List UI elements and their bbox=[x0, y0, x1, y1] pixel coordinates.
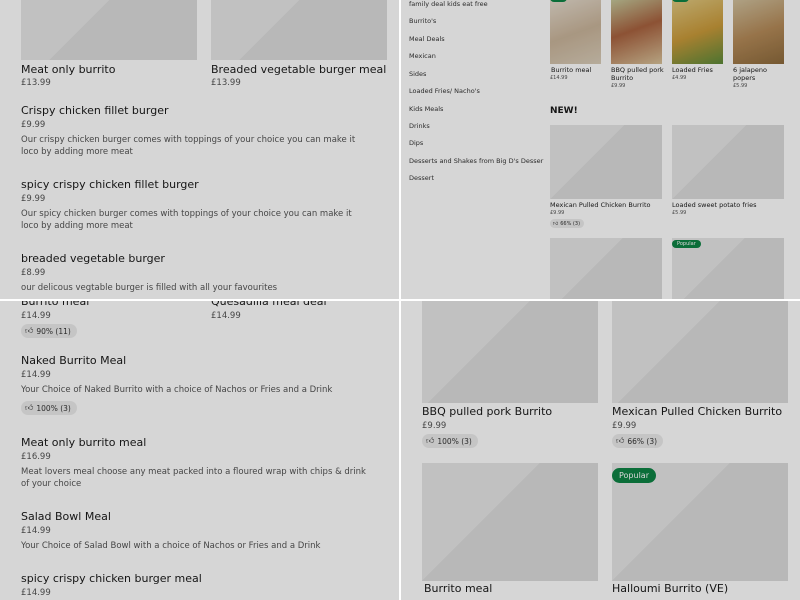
rating-badge: 👍︎ 90% (11) bbox=[21, 324, 77, 338]
item-title[interactable]: Burrito meal bbox=[21, 300, 89, 308]
item-price: £13.99 bbox=[21, 78, 51, 88]
item-title[interactable]: Breaded vegetable burger meal bbox=[211, 63, 386, 76]
category-item[interactable]: Burrito's bbox=[409, 17, 436, 25]
thumbs-up-icon: 👍︎ bbox=[25, 326, 34, 335]
item-description: Your Choice of Naked Burrito with a choi… bbox=[21, 385, 333, 395]
category-item[interactable]: Meal Deals bbox=[409, 35, 445, 43]
item-title[interactable]: Salad Bowl Meal bbox=[21, 510, 111, 523]
featured-item-price: £5.99 bbox=[733, 83, 748, 89]
item-title[interactable]: Loaded sweet potato fries bbox=[672, 201, 756, 209]
item-description: Meat lovers meal choose any meat packed … bbox=[21, 467, 366, 489]
popular-badge: Popular bbox=[612, 468, 656, 483]
item-image[interactable] bbox=[211, 0, 387, 60]
category-item[interactable]: family deal kids eat free bbox=[409, 0, 488, 8]
item-image[interactable] bbox=[672, 125, 784, 199]
menu-panel-top-left: Meat only burrito £13.99 Breaded vegetab… bbox=[0, 0, 400, 300]
category-item[interactable]: Drinks bbox=[409, 122, 430, 130]
item-title[interactable]: Quesadilla meal deal bbox=[211, 300, 327, 308]
food-photo[interactable] bbox=[611, 0, 662, 64]
item-image[interactable] bbox=[612, 300, 788, 403]
item-title[interactable]: breaded vegetable burger bbox=[21, 252, 165, 265]
item-price: £5.99 bbox=[672, 210, 687, 216]
item-title[interactable]: Halloumi Burrito (VE) bbox=[612, 582, 728, 595]
item-title[interactable]: Naked Burrito Meal bbox=[21, 354, 126, 367]
item-description: Our spicy chicken burger comes with topp… bbox=[21, 209, 352, 231]
menu-panel-top-right: family deal kids eat free Burrito's Meal… bbox=[400, 0, 800, 300]
item-title[interactable]: Crispy chicken fillet burger bbox=[21, 104, 169, 117]
item-description: Your Choice of Salad Bowl with a choice … bbox=[21, 541, 321, 551]
food-photo[interactable] bbox=[733, 0, 784, 64]
item-image[interactable] bbox=[422, 463, 598, 581]
category-item[interactable]: Dessert bbox=[409, 174, 434, 182]
section-heading-new: NEW! bbox=[550, 106, 578, 116]
menu-panel-bottom-right: BBQ pulled pork Burrito £9.99 👍︎ 100% (3… bbox=[400, 300, 800, 600]
item-image[interactable] bbox=[550, 238, 662, 300]
item-title[interactable]: Burrito meal bbox=[424, 582, 492, 595]
category-item[interactable]: Desserts and Shakes from Big D's Desser bbox=[409, 157, 543, 165]
item-description: Our crispy chicken burger comes with top… bbox=[21, 135, 356, 157]
item-title[interactable]: spicy crispy chicken fillet burger bbox=[21, 178, 199, 191]
category-item[interactable]: Mexican bbox=[409, 52, 436, 60]
food-photo[interactable] bbox=[550, 0, 601, 64]
item-image[interactable] bbox=[21, 0, 197, 60]
thumbs-up-icon: 👍︎ bbox=[426, 436, 435, 445]
item-title[interactable]: Meat only burrito meal bbox=[21, 436, 146, 449]
item-price: £8.99 bbox=[21, 268, 46, 278]
featured-item-price: £14.99 bbox=[550, 75, 568, 81]
item-price: £9.99 bbox=[21, 120, 46, 130]
category-item[interactable]: Kids Meals bbox=[409, 105, 443, 113]
rating-badge: 👍︎ 100% (3) bbox=[422, 434, 478, 448]
featured-item-title[interactable]: 6 jalapeno popers bbox=[733, 66, 783, 82]
thumbs-up-icon: 👍︎ bbox=[553, 220, 559, 227]
category-item[interactable]: Sides bbox=[409, 70, 426, 78]
featured-item-price: £9.99 bbox=[611, 83, 626, 89]
menu-panel-bottom-left: Burrito meal £14.99 👍︎ 90% (11) Quesadil… bbox=[0, 300, 400, 600]
featured-item-price: £4.99 bbox=[672, 75, 687, 81]
category-item[interactable]: Loaded Fries/ Nacho's bbox=[409, 87, 480, 95]
category-item[interactable]: Dips bbox=[409, 139, 423, 147]
rating-badge: 👍︎ 100% (3) bbox=[21, 401, 77, 415]
item-price: £9.99 bbox=[550, 210, 565, 216]
popular-badge bbox=[550, 0, 567, 2]
featured-item-title[interactable]: Loaded Fries bbox=[672, 66, 722, 74]
item-price: £13.99 bbox=[211, 78, 241, 88]
popular-badge bbox=[672, 0, 689, 2]
item-description: our delicous vegtable burger is filled w… bbox=[21, 283, 278, 293]
item-title[interactable]: BBQ pulled pork Burrito bbox=[422, 405, 552, 418]
item-title[interactable]: Mexican Pulled Chicken Burrito bbox=[550, 201, 651, 209]
item-price: £14.99 bbox=[21, 588, 51, 598]
item-price: £9.99 bbox=[21, 194, 46, 204]
item-price: £9.99 bbox=[422, 421, 447, 431]
divider bbox=[0, 299, 800, 301]
popular-badge: Popular bbox=[672, 240, 701, 248]
item-title[interactable]: Meat only burrito bbox=[21, 63, 115, 76]
item-price: £9.99 bbox=[612, 421, 637, 431]
featured-item-title[interactable]: Burrito meal bbox=[551, 66, 601, 74]
thumbs-up-icon: 👍︎ bbox=[25, 403, 34, 412]
rating-badge: 👍︎ 66% (3) bbox=[550, 219, 585, 228]
item-price: £16.99 bbox=[21, 452, 51, 462]
item-price: £14.99 bbox=[21, 311, 51, 321]
thumbs-up-icon: 👍︎ bbox=[616, 436, 625, 445]
food-photo[interactable] bbox=[672, 0, 723, 64]
item-title[interactable]: Mexican Pulled Chicken Burrito bbox=[612, 405, 782, 418]
item-price: £14.99 bbox=[21, 370, 51, 380]
featured-item-title[interactable]: BBQ pulled pork Burrito bbox=[611, 66, 667, 82]
item-price: £14.99 bbox=[211, 311, 241, 321]
item-title[interactable]: spicy crispy chicken burger meal bbox=[21, 572, 202, 585]
rating-badge: 👍︎ 66% (3) bbox=[612, 434, 664, 448]
item-image[interactable] bbox=[422, 300, 598, 403]
item-price: £14.99 bbox=[21, 526, 51, 536]
item-image[interactable] bbox=[550, 125, 662, 199]
